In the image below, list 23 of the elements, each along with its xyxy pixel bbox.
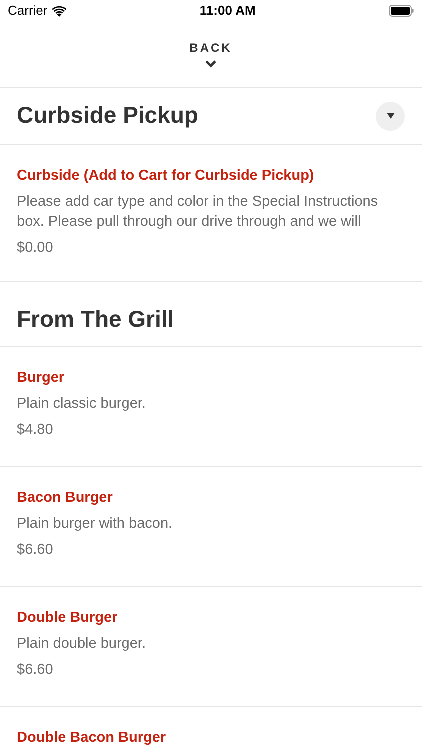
battery-icon [389,5,414,17]
item-name[interactable]: Double Bacon Burger [17,728,405,748]
item-price: $6.60 [17,661,54,680]
clock-time: 11:00 AM [200,2,256,20]
item-description: Please add car type and color in the Special Instructions box. Please pull through our drive through and we will [17,193,380,232]
section-title: From The Grill [17,306,174,334]
item-name[interactable]: Burger [17,368,405,388]
item-name[interactable]: Double Burger [17,608,405,628]
dropdown-toggle-button[interactable] [376,102,405,130]
item-price: $0.00 [17,239,54,258]
back-button[interactable]: BACK [190,41,232,68]
item-price: $4.80 [17,421,54,440]
wifi-icon [52,6,67,16]
item-name[interactable]: Bacon Burger [17,488,405,508]
carrier-label: Carrier [8,2,48,20]
item-name[interactable]: Curbside (Add to Cart for Curbside Pickup) [17,166,405,186]
section-title: Curbside Pickup [17,102,198,130]
item-description: Plain double burger. [17,635,147,654]
item-description: Plain classic burger. [17,395,147,414]
item-description: Plain burger with bacon. [17,515,174,534]
chevron-down-icon [204,60,217,68]
caret-down-icon [386,113,394,119]
item-price: $6.60 [17,541,54,560]
